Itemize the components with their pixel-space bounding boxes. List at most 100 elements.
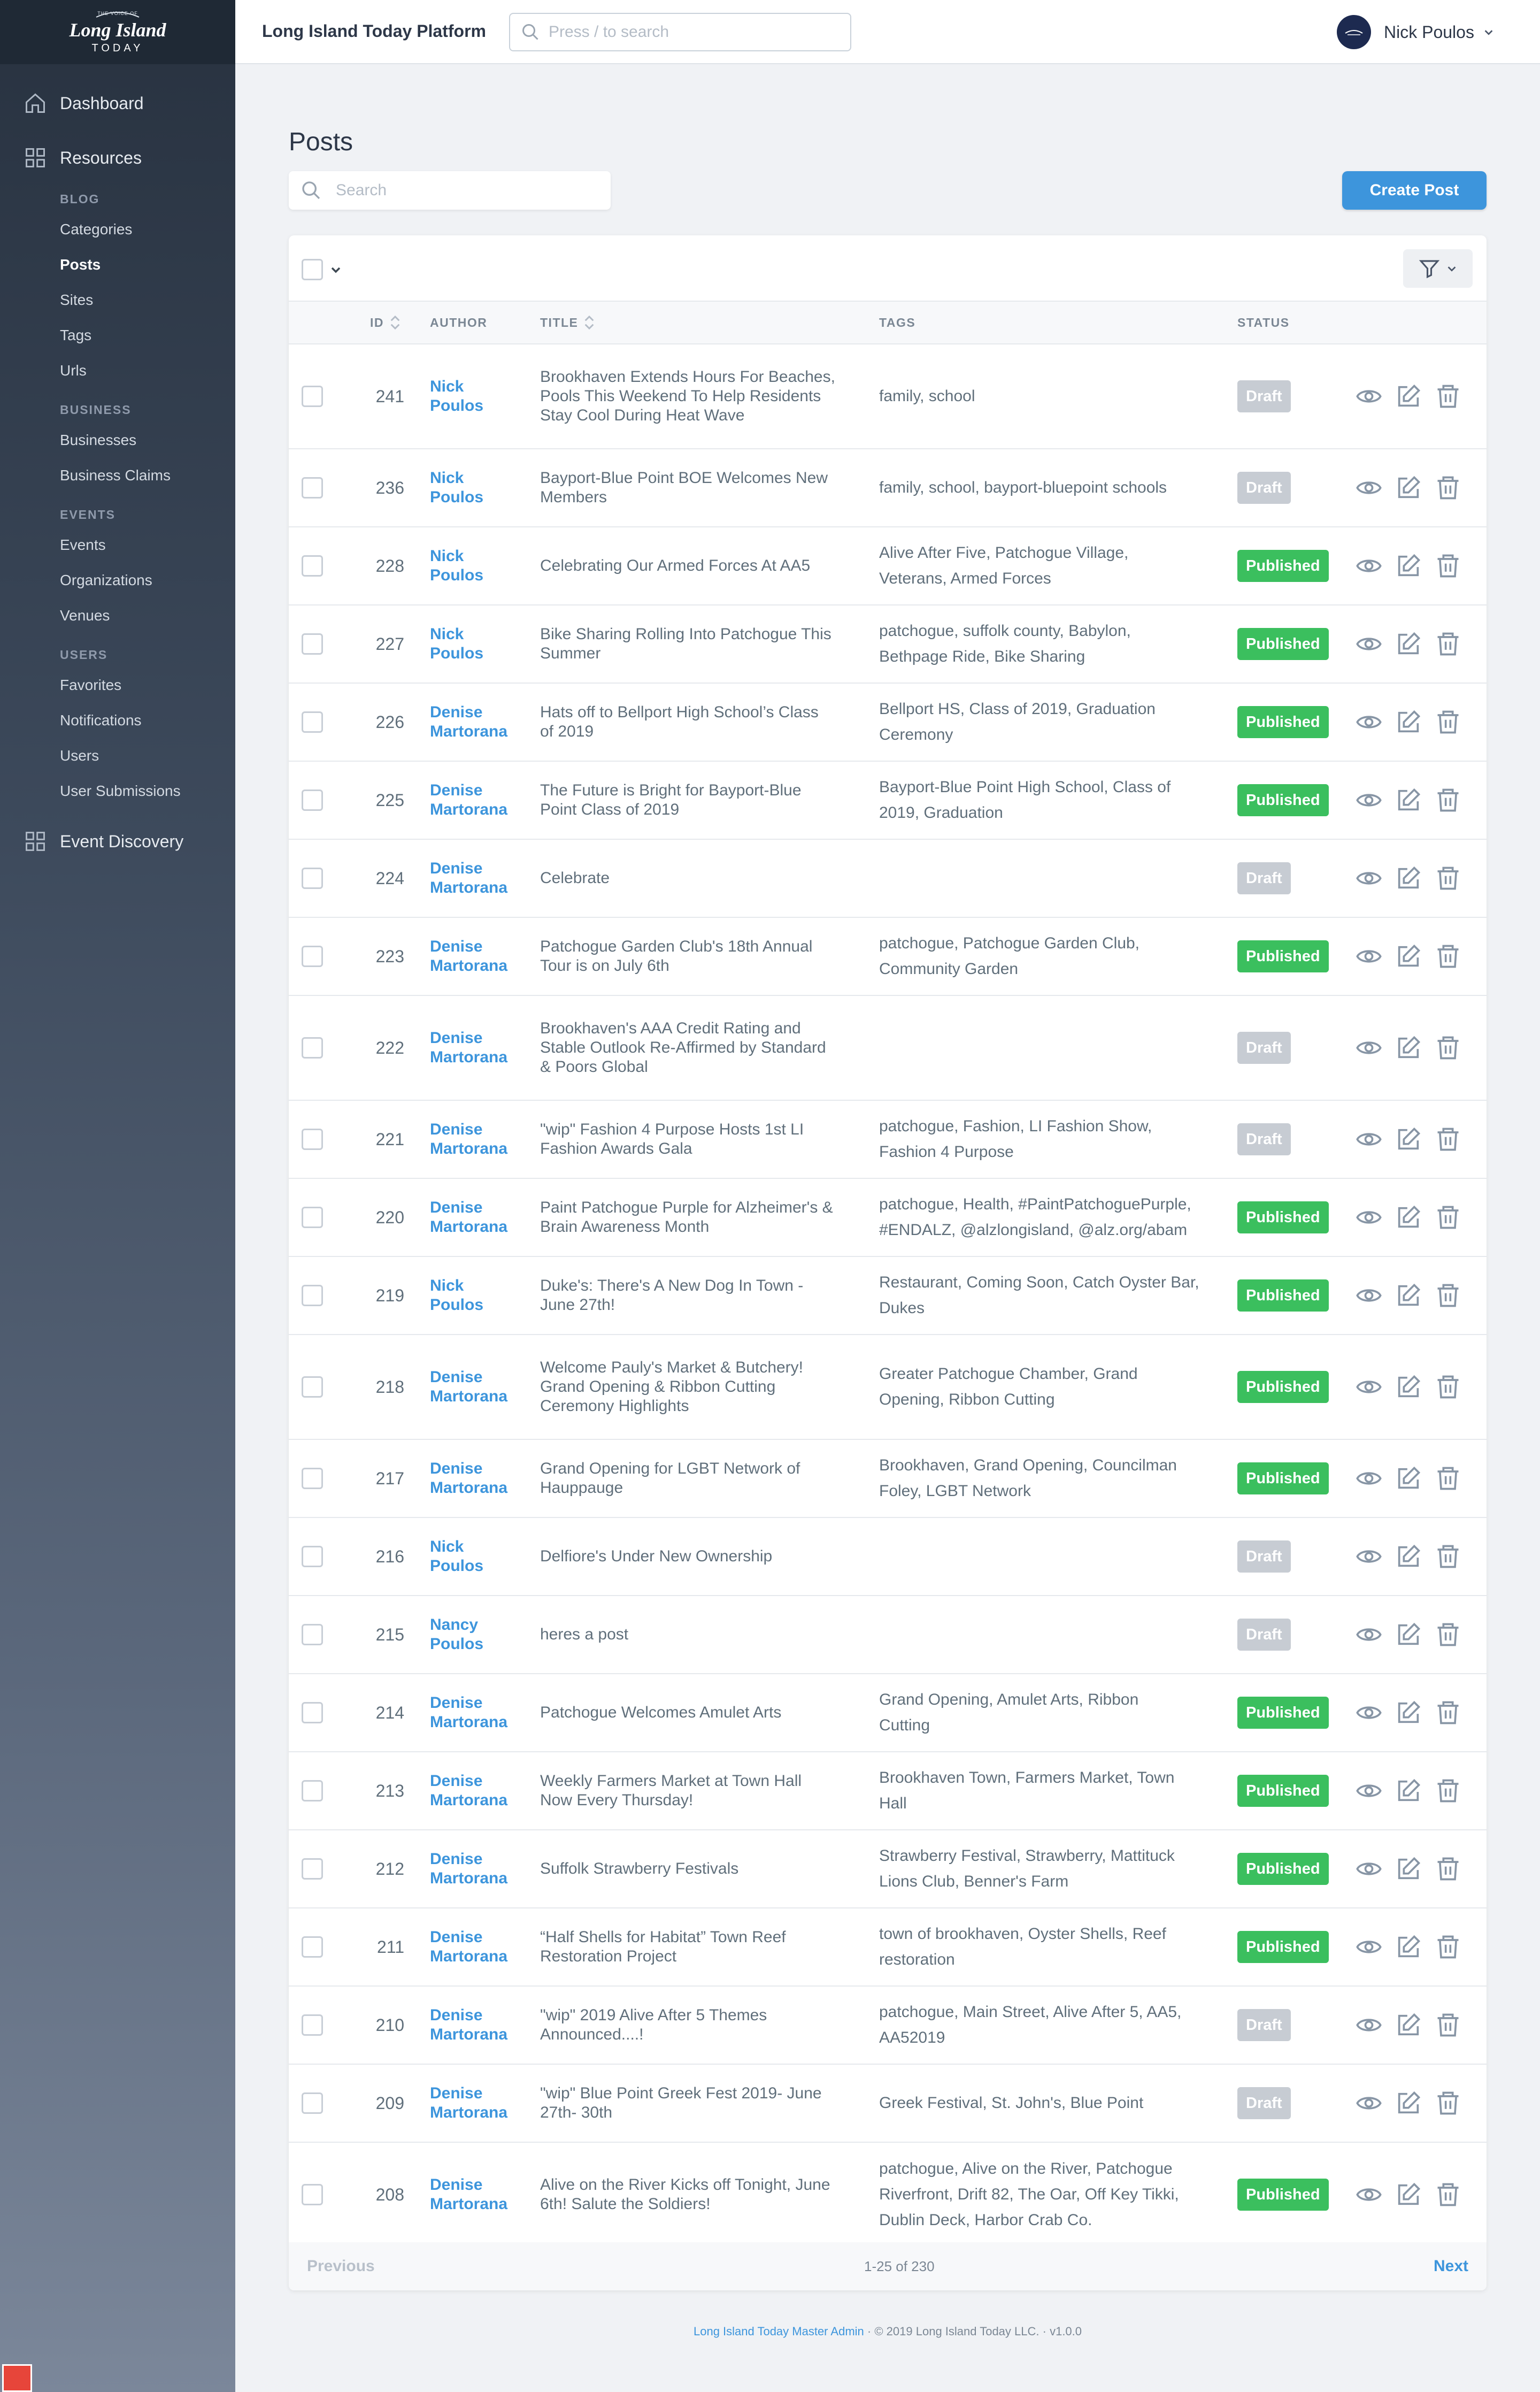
view-icon[interactable] [1355,1777,1383,1805]
feedback-widget-icon[interactable] [2,2364,32,2392]
edit-icon[interactable] [1395,1543,1422,1570]
edit-icon[interactable] [1395,382,1422,410]
view-icon[interactable] [1355,2011,1383,2039]
view-icon[interactable] [1355,474,1383,502]
delete-icon[interactable] [1434,2181,1462,2209]
global-search[interactable] [509,13,851,51]
table-row[interactable]: 236 Nick Poulos Bayport-Blue Point BOE Welc… [289,449,1487,527]
table-row[interactable]: 209 Denise Martorana "wip" Blue Point Greek… [289,2065,1487,2143]
delete-icon[interactable] [1434,474,1462,502]
edit-icon[interactable] [1395,1203,1422,1231]
edit-icon[interactable] [1395,1777,1422,1805]
previous-page-button[interactable]: Previous [307,2257,375,2275]
author-link[interactable]: DeniseMartorana [430,1101,526,1178]
author-link[interactable]: Nick Poulos [430,527,526,604]
delete-icon[interactable] [1434,1282,1462,1309]
row-checkbox[interactable] [302,1129,323,1150]
delete-icon[interactable] [1434,1621,1462,1649]
sidebar-item-events[interactable]: Events [0,527,235,563]
author-link[interactable]: Nick Poulos [430,605,526,683]
view-icon[interactable] [1355,1621,1383,1649]
author-link[interactable]: DeniseMartorana [430,1752,526,1829]
view-icon[interactable] [1355,1125,1383,1153]
delete-icon[interactable] [1434,1125,1462,1153]
view-icon[interactable] [1355,2181,1383,2209]
sidebar-item-resources[interactable]: Resources [0,131,235,185]
filter-button[interactable] [1403,249,1473,288]
row-checkbox[interactable] [302,1037,323,1059]
user-menu[interactable]: Nick Poulos [1337,14,1495,50]
view-icon[interactable] [1355,1282,1383,1309]
edit-icon[interactable] [1395,1465,1422,1492]
delete-icon[interactable] [1434,1373,1462,1401]
delete-icon[interactable] [1434,1465,1462,1492]
edit-icon[interactable] [1395,630,1422,658]
view-icon[interactable] [1355,1203,1383,1231]
posts-search-input[interactable] [336,181,603,200]
edit-icon[interactable] [1395,1373,1422,1401]
view-icon[interactable] [1355,1699,1383,1727]
delete-icon[interactable] [1434,708,1462,736]
row-checkbox[interactable] [302,1624,323,1645]
table-row[interactable]: 215 Nancy Poulos heres a post Draft [289,1596,1487,1674]
author-link[interactable]: DeniseMartorana [430,996,526,1100]
row-checkbox[interactable] [302,711,323,733]
row-checkbox[interactable] [302,1936,323,1958]
view-icon[interactable] [1355,382,1383,410]
author-link[interactable]: DeniseMartorana [430,1335,526,1439]
table-row[interactable]: 217 Denise Martorana Grand Opening for LGBT… [289,1440,1487,1518]
author-link[interactable]: Nick Poulos [430,1518,526,1595]
row-checkbox[interactable] [302,2014,323,2036]
delete-icon[interactable] [1434,552,1462,580]
id-column-header[interactable]: ID [370,315,401,331]
table-row[interactable]: 210 Denise Martorana "wip" 2019 Alive After… [289,1987,1487,2065]
edit-icon[interactable] [1395,1699,1422,1727]
table-row[interactable]: 218 Denise Martorana Welcome Pauly's Market… [289,1335,1487,1440]
row-checkbox[interactable] [302,1207,323,1228]
edit-icon[interactable] [1395,552,1422,580]
edit-icon[interactable] [1395,942,1422,970]
edit-icon[interactable] [1395,864,1422,892]
row-checkbox[interactable] [302,2092,323,2114]
edit-icon[interactable] [1395,1933,1422,1961]
table-row[interactable]: 241 Nick Poulos Brookhaven Extends Hours Fo… [289,344,1487,449]
admin-home-link[interactable]: Long Island Today Master Admin [694,2325,864,2338]
view-icon[interactable] [1355,630,1383,658]
sidebar-item-dashboard[interactable]: Dashboard [0,76,235,131]
sidebar-item-organizations[interactable]: Organizations [0,563,235,598]
edit-icon[interactable] [1395,2089,1422,2117]
table-row[interactable]: 208 Denise Martorana Alive on the River Kic… [289,2143,1487,2248]
row-checkbox[interactable] [302,633,323,655]
delete-icon[interactable] [1434,1543,1462,1570]
sidebar-item-urls[interactable]: Urls [0,353,235,388]
author-link[interactable]: DeniseMartorana [430,1179,526,1256]
edit-icon[interactable] [1395,1125,1422,1153]
author-link[interactable]: DeniseMartorana [430,918,526,995]
table-row[interactable]: 211 Denise Martorana “Half Shells for Habit… [289,1908,1487,1987]
table-row[interactable]: 214 Denise Martorana Patchogue Welcomes Amu… [289,1674,1487,1752]
sidebar-item-venues[interactable]: Venues [0,598,235,633]
view-icon[interactable] [1355,1034,1383,1062]
edit-icon[interactable] [1395,1282,1422,1309]
edit-icon[interactable] [1395,2181,1422,2209]
row-checkbox[interactable] [302,1468,323,1489]
view-icon[interactable] [1355,864,1383,892]
sidebar-item-categories[interactable]: Categories [0,212,235,247]
author-link[interactable]: DeniseMartorana [430,1830,526,1907]
table-row[interactable]: 222 Denise Martorana Brookhaven's AAA Credi… [289,996,1487,1101]
global-search-input[interactable] [549,23,837,41]
delete-icon[interactable] [1434,1855,1462,1883]
author-link[interactable]: DeniseMartorana [430,1908,526,1985]
edit-icon[interactable] [1395,1034,1422,1062]
sidebar-item-sites[interactable]: Sites [0,282,235,318]
author-link[interactable]: DeniseMartorana [430,1440,526,1517]
sidebar-item-users[interactable]: Users [0,738,235,773]
delete-icon[interactable] [1434,864,1462,892]
author-link[interactable]: DeniseMartorana [430,2065,526,2142]
table-row[interactable]: 213 Denise Martorana Weekly Farmers Market … [289,1752,1487,1830]
author-link[interactable]: DeniseMartorana [430,762,526,839]
sidebar-item-event-discovery[interactable]: Event Discovery [0,814,235,869]
row-checkbox[interactable] [302,477,323,499]
delete-icon[interactable] [1434,942,1462,970]
view-icon[interactable] [1355,552,1383,580]
